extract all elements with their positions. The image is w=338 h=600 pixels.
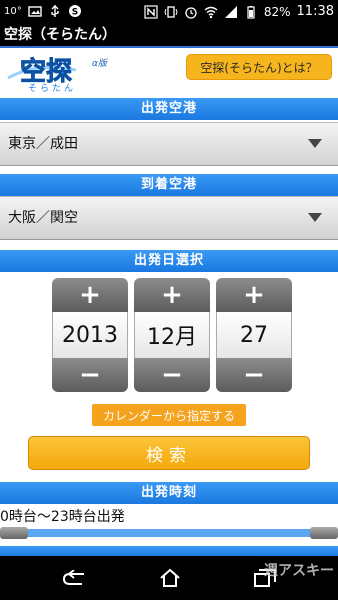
slider-thumb-start[interactable] (0, 527, 28, 539)
wifi-icon (204, 6, 218, 18)
arrival-select[interactable]: 大阪／関空 (0, 196, 338, 240)
about-button[interactable]: 空探(そらたん)とは？ (186, 54, 332, 80)
calendar-button[interactable]: カレンダーから指定する (92, 404, 246, 426)
day-plus-button[interactable]: + (216, 278, 292, 312)
screen: 10° S 82% 11:38 空探（そらたん） 空探 α版 そらたん 空探(そ… (0, 0, 338, 600)
search-button[interactable]: 検索 (28, 436, 310, 470)
logo-text: 空探 (20, 56, 72, 87)
logo-badge: α版 (92, 58, 109, 69)
logo-subtext: そらたん (28, 83, 76, 94)
clock: 11:38 (296, 4, 334, 19)
time-heading: 出発時刻 (0, 482, 338, 504)
month-plus-button[interactable]: + (134, 278, 210, 312)
arrival-heading: 到着空港 (0, 174, 338, 196)
alarm-icon (185, 6, 197, 19)
usb-icon (51, 5, 59, 17)
month-minus-button[interactable]: − (134, 358, 210, 392)
signal-icon (224, 5, 237, 18)
status-right: 82% 11:38 (144, 4, 334, 19)
back-button[interactable] (55, 564, 95, 592)
year-minus-button[interactable]: − (52, 358, 128, 392)
date-heading: 出発日選択 (0, 250, 338, 272)
time-range-text: 0時台～23時台出発 (0, 509, 125, 525)
day-value: 27 (216, 312, 292, 358)
app-s-icon: S (68, 5, 81, 18)
temperature-text: 10° (4, 5, 22, 17)
year-value: 2013 (52, 312, 128, 358)
day-minus-button[interactable]: − (216, 358, 292, 392)
chevron-down-icon (308, 213, 322, 222)
slider-fill (14, 529, 324, 537)
watermark: 週アスキー (264, 563, 334, 579)
departure-heading: 出発空港 (0, 98, 338, 120)
departure-select[interactable]: 東京／成田 (0, 122, 338, 166)
battery-icon (247, 5, 255, 19)
chevron-down-icon (308, 139, 322, 148)
back-icon (62, 570, 84, 585)
arrival-value: 大阪／関空 (8, 210, 78, 226)
home-button[interactable] (150, 564, 190, 592)
status-left: 10° S (4, 4, 82, 18)
battery-percent: 82% (263, 4, 291, 19)
departure-value: 東京／成田 (8, 136, 78, 152)
time-range-slider[interactable] (0, 527, 338, 539)
nfc-icon (144, 4, 158, 19)
app-logo: 空探 α版 そらたん (7, 56, 109, 94)
year-picker: + 2013 − (52, 278, 128, 392)
status-bar: 10° S 82% 11:38 (0, 0, 338, 24)
vibrate-icon (164, 5, 178, 18)
home-icon (160, 568, 180, 587)
photo-icon (28, 6, 42, 17)
day-picker: + 27 − (216, 278, 292, 392)
year-plus-button[interactable]: + (52, 278, 128, 312)
app-title: 空探（そらたん） (0, 24, 338, 48)
month-picker: + 12月 − (134, 278, 210, 392)
slider-thumb-end[interactable] (310, 527, 338, 539)
svg-text:S: S (71, 8, 77, 18)
month-value: 12月 (134, 312, 210, 358)
app-header: 空探 α版 そらたん 空探(そらたん)とは？ (0, 48, 338, 98)
